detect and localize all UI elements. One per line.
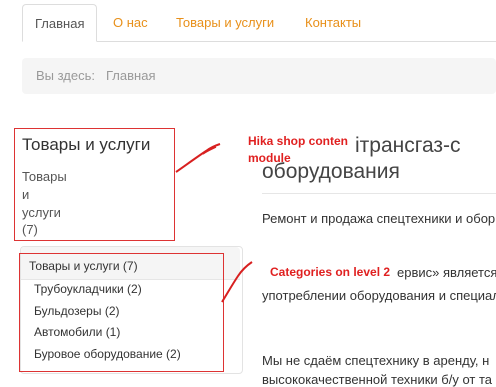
annotation-scribbles — [175, 143, 390, 303]
annotation-note-2: Categories on level 2 — [270, 265, 391, 279]
annotation-arrow-2 — [221, 261, 253, 303]
annotation-note-1-line2: module — [248, 151, 291, 165]
annotation-note-1: Hika shop conten — [248, 134, 349, 148]
